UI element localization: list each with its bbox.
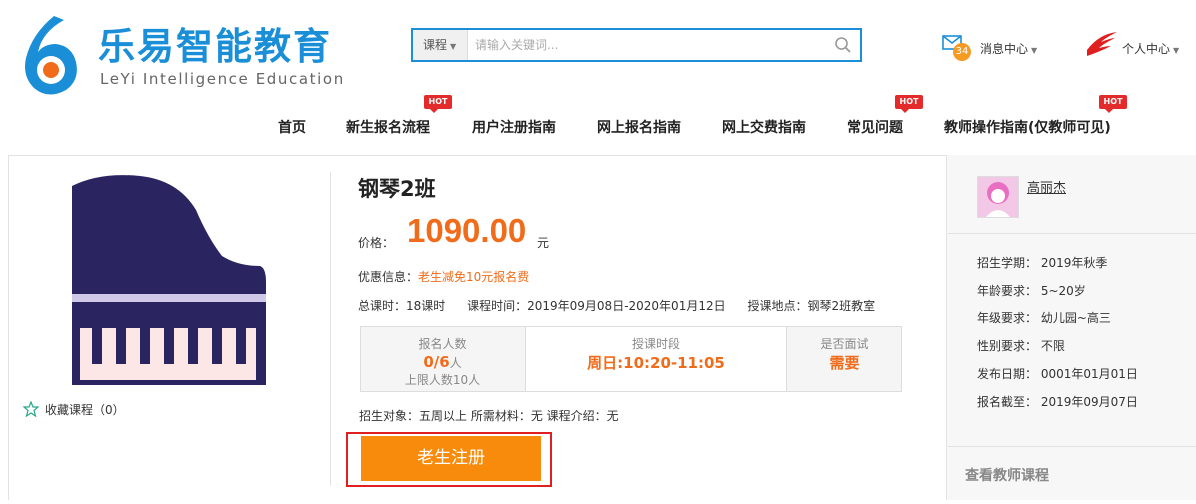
enrolled-label: 报名人数 (418, 337, 467, 351)
message-center-label: 消息中心 (980, 42, 1029, 56)
course-extra-info: 招生对象：五周以上 所需材料：无 课程介绍：无 (359, 409, 619, 423)
search-input[interactable] (475, 34, 815, 56)
course-title: 钢琴2班 (358, 177, 436, 201)
nav-faq[interactable]: HOT 常见问题 (847, 95, 923, 137)
returning-student-register-button[interactable]: 老生注册 (361, 436, 541, 481)
nav-signup-guide-label: 网上报名指南 (597, 120, 681, 136)
nav-payment-guide-label: 网上交费指南 (722, 120, 806, 136)
user-center-label: 个人中心 (1122, 42, 1171, 56)
brand-name-en: LeYi Intelligence Education (100, 70, 345, 88)
view-teacher-courses-link[interactable]: 查看教师课程 (965, 465, 1049, 485)
divider (948, 233, 1196, 234)
interview-stat: 是否面试 需要 (788, 327, 901, 391)
course-location: 授课地点：钢琴2班教室 (747, 299, 876, 313)
divider (948, 446, 1196, 447)
message-center[interactable]: 34 消息中心 ▼ (942, 34, 1052, 61)
nav-home-label: 首页 (278, 120, 306, 136)
price-value: 1090.00 (407, 212, 527, 249)
nav-register-guide-label: 用户注册指南 (472, 120, 556, 136)
teacher-info-term: 招生学期： 2019年秋季 (977, 256, 1108, 270)
price-label: 价格： (358, 236, 395, 250)
chevron-down-icon: ▼ (1173, 46, 1180, 55)
course-stats: 报名人数 0/6人 上限人数10人 授课时段 周日:10:20-11:05 是否… (360, 326, 902, 392)
interview-value: 需要 (829, 354, 860, 372)
period-stat: 授课时段 周日:10:20-11:05 (525, 327, 787, 391)
teacher-info-gender: 性别要求： 不限 (977, 339, 1065, 353)
teacher-info-publish-date: 发布日期： 0001年01月01日 (977, 367, 1138, 381)
divider (330, 172, 331, 486)
hot-badge: HOT (895, 95, 923, 113)
favorite-course-label: 收藏课程（0） (45, 403, 125, 417)
enrolled-value: 0/6 (423, 353, 450, 371)
nav-faq-label: 常见问题 (847, 120, 903, 136)
nav-teacher-guide[interactable]: HOT 教师操作指南(仅教师可见) (944, 95, 1127, 137)
nav-signup-guide[interactable]: 网上报名指南 (597, 117, 681, 137)
search-bar: 课程 ▼ (411, 28, 862, 62)
interview-label: 是否面试 (820, 337, 869, 351)
enrolled-unit: 人 (449, 356, 462, 370)
enrollment-stat: 报名人数 0/6人 上限人数10人 (361, 327, 524, 391)
course-schedule: 课程时间：2019年09月08日-2020年01月12日 (467, 299, 726, 313)
hot-badge: HOT (1099, 95, 1127, 113)
chevron-down-icon: ▼ (1031, 46, 1038, 55)
nav-teacher-guide-label: 教师操作指南(仅教师可见) (944, 120, 1111, 136)
brand-logo-icon[interactable] (14, 14, 84, 98)
price-unit: 元 (537, 236, 550, 250)
piano-image (60, 172, 272, 387)
course-meta: 总课时：18课时 课程时间：2019年09月08日-2020年01月12日 授课… (358, 297, 875, 314)
favorite-course-button[interactable]: 收藏课程（0） (23, 401, 125, 418)
nav-new-student-flow-label: 新生报名流程 (346, 120, 430, 136)
search-category-select[interactable]: 课程 ▼ (413, 30, 468, 60)
teacher-info-grade: 年级要求： 幼儿园~高三 (977, 311, 1111, 325)
search-icon[interactable] (834, 36, 852, 54)
teacher-info-age: 年龄要求： 5~20岁 (977, 284, 1086, 298)
brand-name-cn: 乐易智能教育 (98, 25, 332, 68)
user-center[interactable]: 个人中心 ▼ (1085, 30, 1195, 60)
discount-value: 老生减免10元报名费 (418, 270, 530, 284)
star-icon (23, 401, 39, 417)
nav-register-guide[interactable]: 用户注册指南 (472, 117, 556, 137)
discount-label: 优惠信息： (358, 270, 419, 284)
total-hours: 总课时：18课时 (358, 299, 446, 313)
nav-payment-guide[interactable]: 网上交费指南 (722, 117, 806, 137)
chevron-down-icon: ▼ (450, 42, 457, 51)
teacher-name-link[interactable]: 高丽杰 (1027, 177, 1066, 196)
teacher-info-deadline: 报名截至： 2019年09月07日 (977, 395, 1138, 409)
hot-badge: HOT (424, 95, 452, 113)
enrolled-limit: 上限人数10人 (404, 373, 481, 387)
nav-new-student-flow[interactable]: HOT 新生报名流程 (346, 95, 452, 137)
discount-info: 优惠信息：老生减免10元报名费 (358, 268, 529, 285)
teacher-avatar[interactable] (977, 176, 1019, 218)
user-brand-icon (1087, 32, 1117, 56)
nav-home[interactable]: 首页 (278, 117, 306, 137)
search-category-label: 课程 (423, 38, 448, 52)
period-label: 授课时段 (631, 337, 680, 351)
period-value: 周日:10:20-11:05 (587, 354, 725, 372)
message-count-badge: 34 (953, 43, 971, 61)
